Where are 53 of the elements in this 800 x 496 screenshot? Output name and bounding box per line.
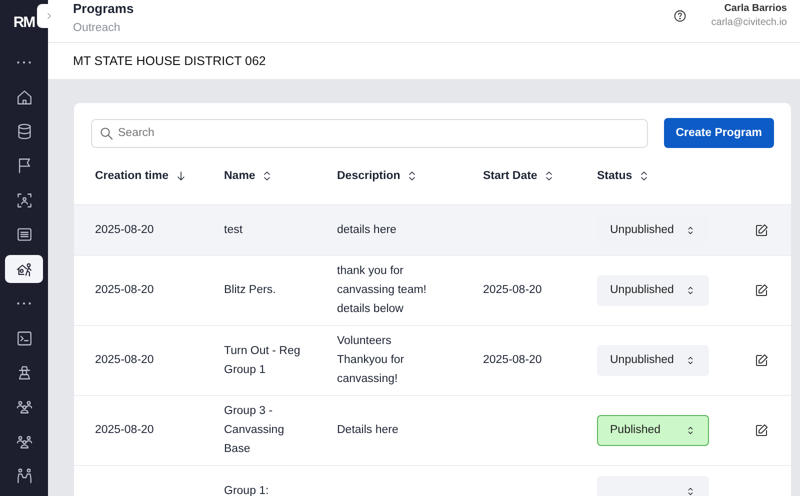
table-cell: 2025-08-20 — [483, 354, 542, 366]
more-icon — [17, 302, 31, 306]
table-cell: 2025-08-20 — [95, 424, 154, 436]
status-select[interactable]: Unpublished — [597, 275, 709, 306]
list-icon — [16, 226, 32, 244]
database-icon — [16, 122, 32, 140]
table-cell-text: details here — [337, 222, 398, 238]
table-cell-text: Turn Out - Reg Group 1 — [224, 344, 302, 378]
edit-button[interactable] — [754, 423, 769, 438]
people-pair-icon — [16, 467, 32, 484]
table-cell-text: thank you for canvassing team! details below — [337, 264, 428, 317]
column-header[interactable]: Start Date — [483, 170, 538, 182]
table-cell: 2025-08-20 — [483, 284, 542, 296]
column-header[interactable]: Creation time — [95, 170, 168, 182]
status-select[interactable]: Published — [597, 415, 709, 446]
table-cell: 2025-08-20 — [95, 354, 154, 366]
house-person-icon — [16, 260, 32, 278]
table-cell-text: test — [224, 222, 244, 238]
edit-icon — [754, 283, 769, 298]
column-header[interactable]: Status — [597, 170, 632, 182]
table-cell-text: Group 3 - Canvassing Base — [224, 404, 286, 457]
edit-icon — [754, 222, 769, 238]
status-select[interactable]: Unpublished — [597, 345, 709, 376]
column-header[interactable]: Name — [224, 170, 256, 182]
page-title: Programs — [73, 1, 135, 17]
edit-icon — [754, 353, 769, 368]
home-icon — [16, 88, 32, 106]
search-field[interactable]: Search — [91, 118, 648, 148]
page-subtitle: Outreach — [73, 21, 122, 36]
terminal-icon — [16, 330, 32, 346]
column-header[interactable]: Description — [337, 170, 400, 182]
table-cell: 2025-08-20 — [95, 284, 154, 296]
table-cell-text: Group 1: — [224, 484, 270, 496]
edit-icon — [754, 423, 769, 438]
district-title: MT STATE HOUSE DISTRICT 062 — [73, 54, 266, 68]
app-logo: RM — [13, 12, 35, 33]
search-icon — [99, 126, 114, 140]
more-icon — [17, 61, 31, 64]
create-program-button[interactable]: Create Program — [664, 118, 774, 148]
people-scan-icon — [16, 192, 32, 209]
user-name: Carla Barrios — [724, 2, 787, 16]
table-cell-text: Blitz Pers. — [224, 283, 277, 298]
help-icon — [673, 9, 688, 23]
edit-button[interactable] — [754, 283, 769, 298]
table-cell: 2025-08-20 — [95, 224, 154, 236]
table-cell-text: Volunteers Thankyou for canvassing! — [337, 334, 406, 387]
sidebar-item[interactable] — [5, 254, 43, 284]
group-icon — [16, 398, 32, 416]
arrow-down-icon — [174, 170, 186, 182]
edit-button[interactable] — [754, 222, 769, 238]
table-cell-text: Details here — [337, 423, 400, 438]
user-email: carla@civitech.io — [711, 16, 787, 30]
edit-button[interactable] — [754, 353, 769, 368]
